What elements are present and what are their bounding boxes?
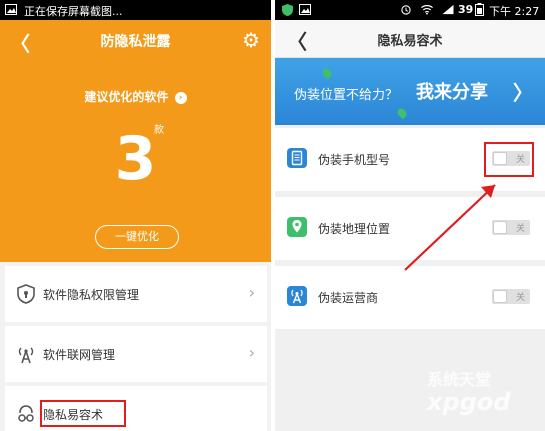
location-pin-icon: [320, 66, 334, 80]
clock: 下午 2:27: [489, 5, 540, 18]
image-icon: [299, 4, 311, 15]
wifi-icon: [421, 5, 433, 15]
image-icon: [5, 4, 17, 15]
toggle-label: 关: [515, 293, 525, 303]
share-banner[interactable]: 伪装位置不给力？ 我来分享 〉: [275, 58, 545, 125]
shield-icon: [17, 284, 35, 304]
page-title: 防隐私泄露: [100, 34, 171, 50]
menu-item-network-management[interactable]: 软件联网管理 ›: [5, 326, 267, 382]
watermark-line1: 系统天堂: [427, 370, 492, 389]
watermark: 系统天堂 xpgod: [427, 366, 511, 416]
app-header: 〈 防隐私泄露 ⚙: [0, 20, 271, 60]
chevron-right-icon: ›: [174, 91, 187, 104]
signal-icon: [442, 4, 454, 15]
network-antenna-icon: [18, 347, 34, 364]
location-pin-icon: [287, 217, 307, 237]
toggle-knob: [493, 290, 507, 303]
annotation-arrow: [404, 184, 496, 271]
phone-model-icon: [287, 148, 307, 168]
battery-icon: [475, 3, 484, 16]
setting-label: 伪装手机型号: [318, 153, 391, 167]
right-screen: 39 下午 2:27 〈 隐私易容术 伪装位置不给力？ 我来分享 〉 伪装手机型…: [275, 0, 545, 431]
app-count: 3: [114, 124, 157, 194]
menu-item-permission-management[interactable]: 软件隐私权限管理 ›: [5, 266, 267, 322]
disguise-icon: [18, 405, 34, 422]
one-click-optimize-button[interactable]: 一键优化: [95, 225, 179, 249]
toggle-label: 关: [515, 224, 525, 234]
carrier-antenna-icon: [287, 286, 307, 306]
carrier-toggle[interactable]: 关: [492, 289, 530, 304]
chevron-right-icon: ›: [248, 283, 255, 302]
banner-share-text: 我来分享: [416, 82, 488, 103]
signal-value: 39: [458, 3, 474, 16]
watermark-line2: xpgod: [427, 388, 511, 416]
shield-status-icon: [282, 4, 293, 16]
privacy-summary-card: 〈 防隐私泄露 ⚙ 建议优化的软件 › 3 款 一键优化: [0, 20, 271, 262]
app-header: 〈 隐私易容术: [275, 20, 545, 58]
page-title: 隐私易容术: [377, 34, 443, 49]
status-text: 正在保存屏幕截图...: [24, 5, 123, 18]
status-bar: 正在保存屏幕截图...: [0, 0, 271, 20]
count-unit: 款: [154, 125, 164, 136]
gear-icon[interactable]: ⚙: [242, 28, 260, 52]
setting-label: 伪装地理位置: [318, 222, 391, 236]
suggest-label: 建议优化的软件: [84, 90, 169, 104]
suggest-link[interactable]: 建议优化的软件 ›: [0, 88, 271, 105]
chevron-right-icon: 〉: [513, 81, 533, 105]
left-screen: 正在保存屏幕截图... 〈 防隐私泄露 ⚙ 建议优化的软件 › 3 款 一键优化…: [0, 0, 271, 431]
banner-text: 伪装位置不给力？: [294, 88, 399, 103]
chevron-right-icon: ›: [248, 343, 255, 362]
alarm-icon: [401, 5, 411, 15]
menu-item-label: 软件隐私权限管理: [43, 288, 140, 302]
menu-item-label: 软件联网管理: [43, 348, 116, 362]
status-bar: 39 下午 2:27: [275, 0, 545, 20]
setting-label: 伪装运营商: [318, 291, 379, 305]
location-pin-icon: [395, 106, 409, 120]
highlight-box: [40, 400, 126, 427]
